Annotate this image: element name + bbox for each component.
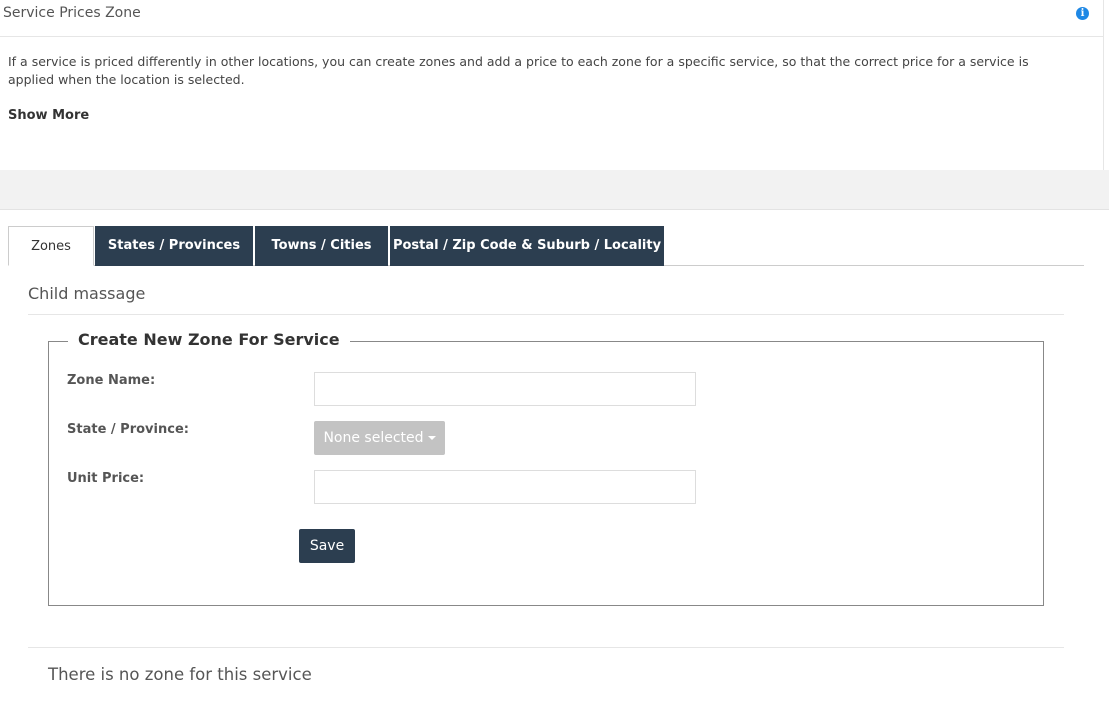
- info-circle-icon[interactable]: i: [1076, 7, 1089, 20]
- panel-description: If a service is priced differently in ot…: [8, 54, 1029, 87]
- dropdown-selected-value: None selected: [323, 430, 424, 446]
- panel-title: Service Prices Zone: [3, 5, 141, 21]
- tab-zones[interactable]: Zones: [8, 226, 94, 266]
- separator-band: [0, 170, 1109, 210]
- state-province-label: State / Province:: [67, 422, 189, 437]
- unit-price-input[interactable]: [314, 470, 696, 504]
- unit-price-label: Unit Price:: [67, 471, 145, 486]
- show-more-link[interactable]: Show More: [8, 108, 89, 123]
- tab-towns-cities[interactable]: Towns / Cities: [255, 226, 388, 266]
- page: Service Prices Zone i If a service is pr…: [0, 0, 1109, 707]
- tab-states-provinces[interactable]: States / Provinces: [95, 226, 253, 266]
- tab-postal-code-suburb[interactable]: Postal / Zip Code & Suburb / Locality: [390, 226, 664, 266]
- state-province-dropdown[interactable]: None selected: [314, 421, 445, 455]
- no-zones-message: There is no zone for this service: [48, 665, 312, 684]
- zone-name-input[interactable]: [314, 372, 696, 406]
- zone-name-label: Zone Name:: [67, 373, 156, 388]
- create-zone-legend: Create New Zone For Service: [68, 330, 350, 349]
- caret-down-icon: [427, 436, 436, 440]
- save-button[interactable]: Save: [299, 529, 355, 563]
- panel-header: Service Prices Zone i: [0, 0, 1104, 37]
- divider: [28, 314, 1064, 315]
- info-panel: Service Prices Zone i If a service is pr…: [0, 0, 1104, 170]
- service-name: Child massage: [28, 284, 146, 303]
- divider: [28, 647, 1064, 648]
